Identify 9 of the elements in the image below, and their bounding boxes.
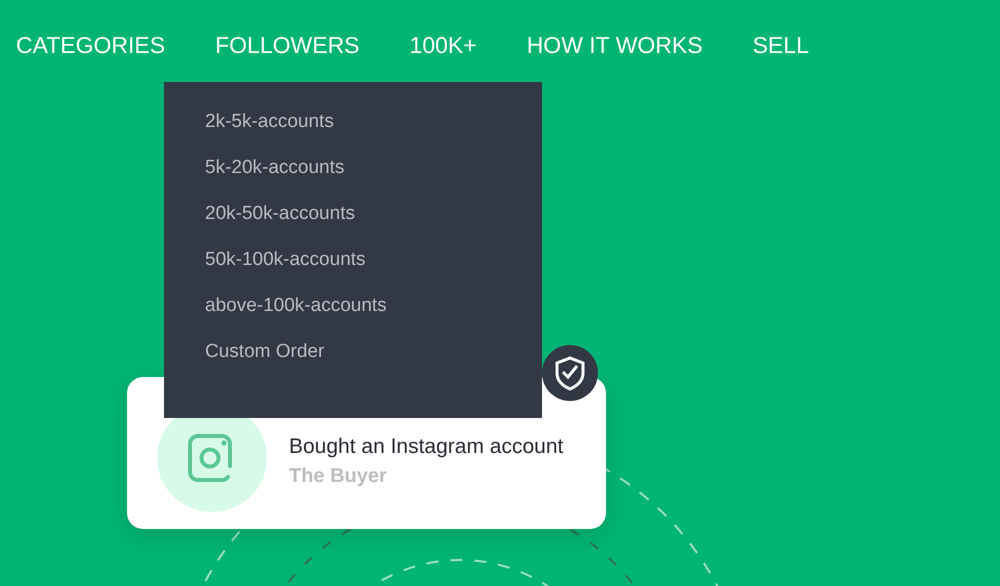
shield-check-icon [553,355,587,391]
dropdown-item[interactable]: 5k-20k-accounts [205,156,344,180]
dropdown-item[interactable]: Custom Order [205,340,324,364]
buyer-role: The Buyer [289,465,388,488]
dropdown-item[interactable]: 2k-5k-accounts [205,110,334,134]
dropdown-item[interactable]: 50k-100k-accounts [205,248,366,272]
purchase-text: Bought an Instagram account [289,435,564,459]
dropdown-item[interactable]: above-100k-accounts [205,294,387,318]
dropdown-item[interactable]: 20k-50k-accounts [205,202,355,226]
